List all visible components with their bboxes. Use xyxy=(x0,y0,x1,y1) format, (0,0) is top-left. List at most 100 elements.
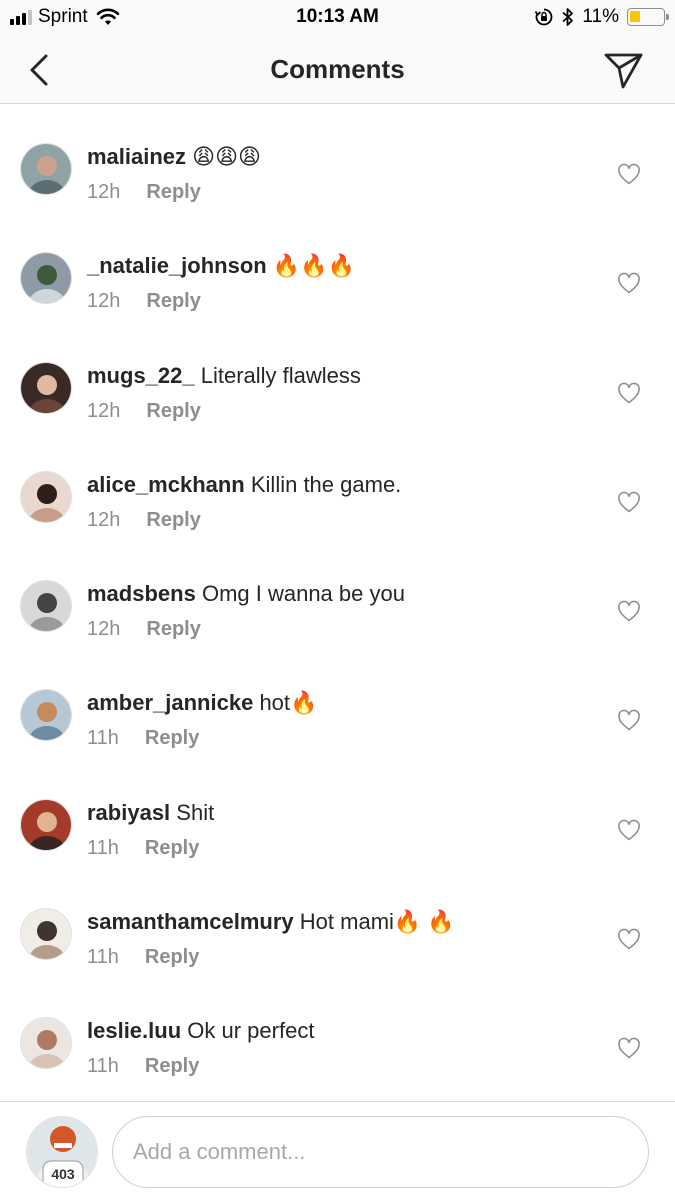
heart-icon[interactable] xyxy=(617,272,641,294)
avatar-photo xyxy=(21,690,71,741)
comment-timestamp: 12h xyxy=(87,181,121,203)
reply-button[interactable]: Reply xyxy=(145,946,199,969)
comment-meta: 12h Reply xyxy=(87,618,201,641)
battery-cap xyxy=(666,14,669,20)
comment-body: Literally flawless xyxy=(200,362,361,388)
orientation-lock-icon xyxy=(535,8,553,26)
comment-composer: 403 xyxy=(0,1101,675,1200)
battery-percent: 11% xyxy=(582,6,619,27)
comment-username[interactable]: samanthamcelmury xyxy=(87,909,294,934)
comment-timestamp: 11h xyxy=(87,836,119,859)
comment-meta: 12h Reply xyxy=(87,181,201,204)
avatar-photo xyxy=(21,1018,71,1069)
comment-timestamp: 12h xyxy=(87,508,121,531)
comment-body: Hot mami🔥 🔥 xyxy=(299,909,455,935)
comment-timestamp: 11h xyxy=(87,727,119,750)
commenter-avatar[interactable] xyxy=(20,798,72,851)
comment-username[interactable]: maliainez xyxy=(87,144,186,169)
comment-text: mugs_22_ Literally flawless xyxy=(87,362,587,390)
comment-meta: 12h Reply xyxy=(87,509,201,532)
heart-icon[interactable] xyxy=(617,1037,641,1059)
heart-icon[interactable] xyxy=(617,491,641,513)
commenter-avatar[interactable] xyxy=(20,689,72,742)
commenter-avatar[interactable] xyxy=(20,361,72,414)
bluetooth-icon xyxy=(562,8,574,26)
comment-text: leslie.luu Ok ur perfect xyxy=(87,1017,587,1045)
paper-plane-icon xyxy=(604,53,643,89)
comment-username[interactable]: madsbens xyxy=(87,581,196,606)
reply-button[interactable]: Reply xyxy=(145,1055,199,1078)
comment-text: amber_jannicke hot🔥 xyxy=(87,689,587,717)
comment-timestamp: 12h xyxy=(87,399,121,422)
heart-icon[interactable] xyxy=(617,709,641,731)
comment-input[interactable] xyxy=(112,1116,649,1188)
comment-body: Shit xyxy=(176,799,215,825)
comment-username[interactable]: rabiyasl xyxy=(87,800,170,825)
commenter-avatar[interactable] xyxy=(20,143,72,195)
reply-button[interactable]: Reply xyxy=(146,290,200,313)
battery-level-fill xyxy=(630,11,640,22)
commenter-avatar[interactable] xyxy=(20,252,72,305)
avatar-photo xyxy=(21,471,71,522)
comment-text: madsbens Omg I wanna be you xyxy=(87,580,587,608)
comment-row[interactable]: leslie.luu Ok ur perfect 11h Reply xyxy=(0,979,675,1088)
comment-row[interactable]: maliainez 😩😩😩 12h Reply xyxy=(0,105,675,214)
status-right: 11% xyxy=(534,6,669,28)
commenter-avatar[interactable] xyxy=(20,580,72,633)
jersey-number: 403 xyxy=(51,1166,75,1182)
commenter-avatar[interactable] xyxy=(20,908,72,961)
comment-body: 🔥🔥🔥 xyxy=(272,253,356,279)
commenter-avatar[interactable] xyxy=(20,470,72,523)
nav-bar: Comments xyxy=(0,36,675,104)
comment-row[interactable]: mugs_22_ Literally flawless 12h Reply xyxy=(0,324,675,433)
comment-meta: 11h Reply xyxy=(87,946,199,969)
comment-text: rabiyasl Shit xyxy=(87,799,587,827)
comment-timestamp: 11h xyxy=(87,946,119,969)
comment-body: Killin the game. xyxy=(250,471,402,497)
comment-text: samanthamcelmury Hot mami🔥 🔥 xyxy=(87,908,587,936)
comment-username[interactable]: amber_jannicke xyxy=(87,690,253,715)
reply-button[interactable]: Reply xyxy=(146,618,200,641)
heart-icon[interactable] xyxy=(617,382,641,404)
comment-row[interactable]: amber_jannicke hot🔥 11h Reply xyxy=(0,651,675,760)
heart-icon[interactable] xyxy=(617,163,641,185)
comment-timestamp: 12h xyxy=(87,618,121,641)
comment-meta: 12h Reply xyxy=(87,290,201,313)
comment-row[interactable]: madsbens Omg I wanna be you 12h Reply xyxy=(0,542,675,651)
reply-button[interactable]: Reply xyxy=(146,509,200,532)
avatar-photo xyxy=(21,581,71,632)
comment-row[interactable]: rabiyasl Shit 11h Reply xyxy=(0,761,675,870)
comment-timestamp: 11h xyxy=(87,1055,119,1078)
comment-username[interactable]: alice_mckhann xyxy=(87,472,245,497)
avatar-photo xyxy=(21,909,71,960)
reply-button[interactable]: Reply xyxy=(146,400,200,423)
avatar-photo xyxy=(21,253,71,304)
comment-username[interactable]: _natalie_johnson xyxy=(87,253,267,278)
comment-row[interactable]: samanthamcelmury Hot mami🔥 🔥 11h Reply xyxy=(0,870,675,979)
reply-button[interactable]: Reply xyxy=(145,837,199,860)
commenter-avatar[interactable] xyxy=(20,1017,72,1070)
comment-meta: 11h Reply xyxy=(87,1055,199,1078)
heart-icon[interactable] xyxy=(617,819,641,841)
heart-icon[interactable] xyxy=(617,600,641,622)
heart-icon[interactable] xyxy=(617,928,641,950)
comment-text: maliainez 😩😩😩 xyxy=(87,143,587,171)
comment-meta: 11h Reply xyxy=(87,837,199,860)
avatar-photo xyxy=(21,362,71,413)
avatar-photo xyxy=(21,144,71,194)
current-user-avatar: 403 xyxy=(26,1116,98,1188)
comment-row[interactable]: _natalie_johnson 🔥🔥🔥 12h Reply xyxy=(0,214,675,323)
comment-list[interactable]: maliainez 😩😩😩 12h Reply _natalie_johnson 🔥🔥… xyxy=(0,105,675,1101)
reply-button[interactable]: Reply xyxy=(146,181,200,204)
reply-button[interactable]: Reply xyxy=(145,727,199,750)
comment-row[interactable]: alice_mckhann Killin the game. 12h Reply xyxy=(0,433,675,542)
comment-username[interactable]: leslie.luu xyxy=(87,1018,181,1043)
comment-meta: 12h Reply xyxy=(87,400,201,423)
comment-timestamp: 12h xyxy=(87,290,121,313)
comment-body: 😩😩😩 xyxy=(192,144,261,169)
comment-username[interactable]: mugs_22_ xyxy=(87,363,195,388)
share-button[interactable] xyxy=(601,50,645,90)
comment-text: alice_mckhann Killin the game. xyxy=(87,471,587,499)
page-title: Comments xyxy=(270,54,405,84)
comment-body: Omg I wanna be you xyxy=(201,581,405,607)
